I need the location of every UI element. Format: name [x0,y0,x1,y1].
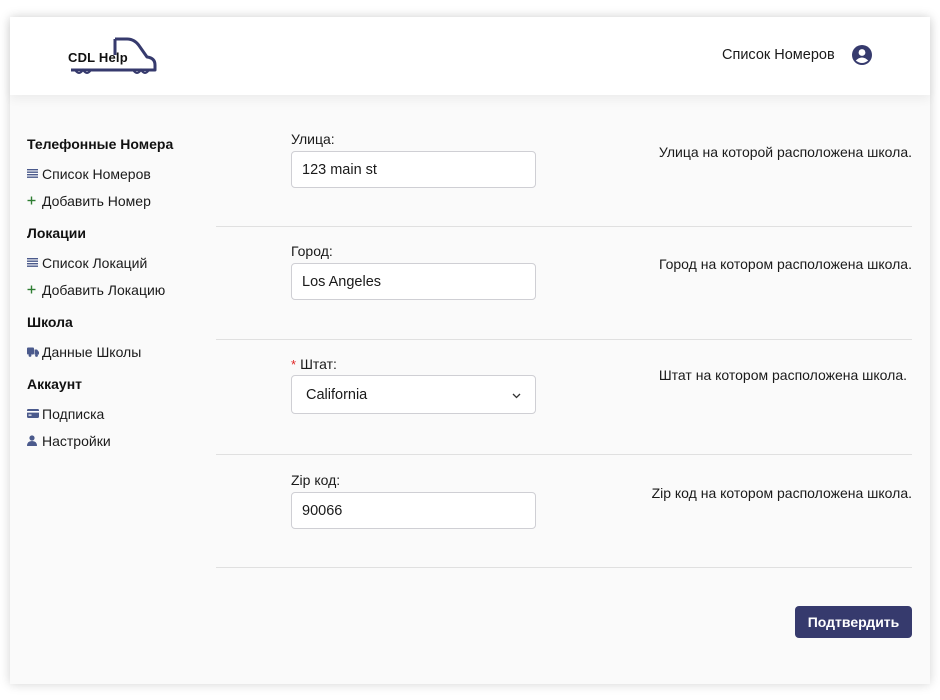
sidebar-item-label: Список Локаций [42,254,148,271]
form-row-street: Улица: Улица на которой расположена школ… [216,114,912,227]
user-circle-icon[interactable] [852,45,872,65]
sidebar-heading: Телефонные Номера [27,136,174,152]
sidebar-item-subscription[interactable]: Подписка [27,400,212,427]
street-input[interactable] [291,151,536,188]
sidebar-group-school: Школа Данные Школы [27,311,212,365]
list-icon [27,258,42,267]
sidebar-heading: Аккаунт [27,376,83,392]
form-row-state: * Штат: California Штат на котором распол… [216,340,912,455]
zip-help-text: Zip код на котором расположена школа. [651,485,912,501]
street-label: Улица: [291,131,335,147]
logo-text: CDL Help [68,50,128,65]
city-label: Город: [291,243,333,259]
sidebar-item-add-phone[interactable]: Добавить Номер [27,187,212,214]
submit-button[interactable]: Подтвердить [795,606,912,638]
top-header: CDL Help Список Номеров [10,17,930,95]
sidebar-item-school-data[interactable]: Данные Школы [27,338,212,365]
sidebar: Телефонные Номера Список Номеров Добавит… [27,133,212,462]
app-window: CDL Help Список Номеров Телефонные Номер… [10,17,930,684]
street-help-text: Улица на которой расположена школа. [658,144,912,160]
sidebar-group-account: Аккаунт Подписка Настройки [27,373,212,454]
credit-card-icon [27,409,42,418]
sidebar-item-label: Подписка [42,405,105,422]
sidebar-group-phones: Телефонные Номера Список Номеров Добавит… [27,133,212,214]
city-input[interactable] [291,263,536,300]
plus-icon [27,196,42,205]
school-address-form: Улица: Улица на которой расположена школ… [216,114,912,568]
sidebar-item-label: Добавить Локацию [42,281,166,298]
header-nav-phone-list[interactable]: Список Номеров [722,47,835,63]
sidebar-item-label: Добавить Номер [42,192,151,209]
sidebar-item-settings[interactable]: Настройки [27,427,212,454]
city-help-text: Город на котором расположена школа. [658,256,912,272]
state-help-text: Штат на котором расположена школа. [658,367,907,383]
state-select[interactable]: California [291,375,536,414]
required-asterisk: * [291,357,297,372]
sidebar-item-add-location[interactable]: Добавить Локацию [27,276,212,303]
form-row-zip: Zip код: Zip код на котором расположена … [216,455,912,568]
sidebar-item-label: Список Номеров [42,165,151,182]
sidebar-group-locations: Локации Список Локаций Добавить Локацию [27,222,212,303]
state-label-text: Штат: [300,356,337,372]
state-select-value: California [306,386,368,403]
sidebar-item-label: Настройки [42,432,111,449]
list-icon [27,169,42,178]
zip-label: Zip код: [291,472,341,488]
chevron-down-icon [512,387,521,403]
sidebar-heading: Школа [27,314,73,330]
sidebar-item-phone-list[interactable]: Список Номеров [27,160,212,187]
form-row-city: Город: Город на котором расположена школ… [216,227,912,340]
logo[interactable]: CDL Help [65,35,160,77]
sidebar-item-location-list[interactable]: Список Локаций [27,249,212,276]
user-icon [27,435,42,446]
sidebar-heading: Локации [27,225,86,241]
plus-icon [27,285,42,294]
sidebar-item-label: Данные Школы [42,343,142,360]
zip-input[interactable] [291,492,536,529]
truck-icon [27,347,42,357]
state-label: * Штат: [291,356,337,372]
